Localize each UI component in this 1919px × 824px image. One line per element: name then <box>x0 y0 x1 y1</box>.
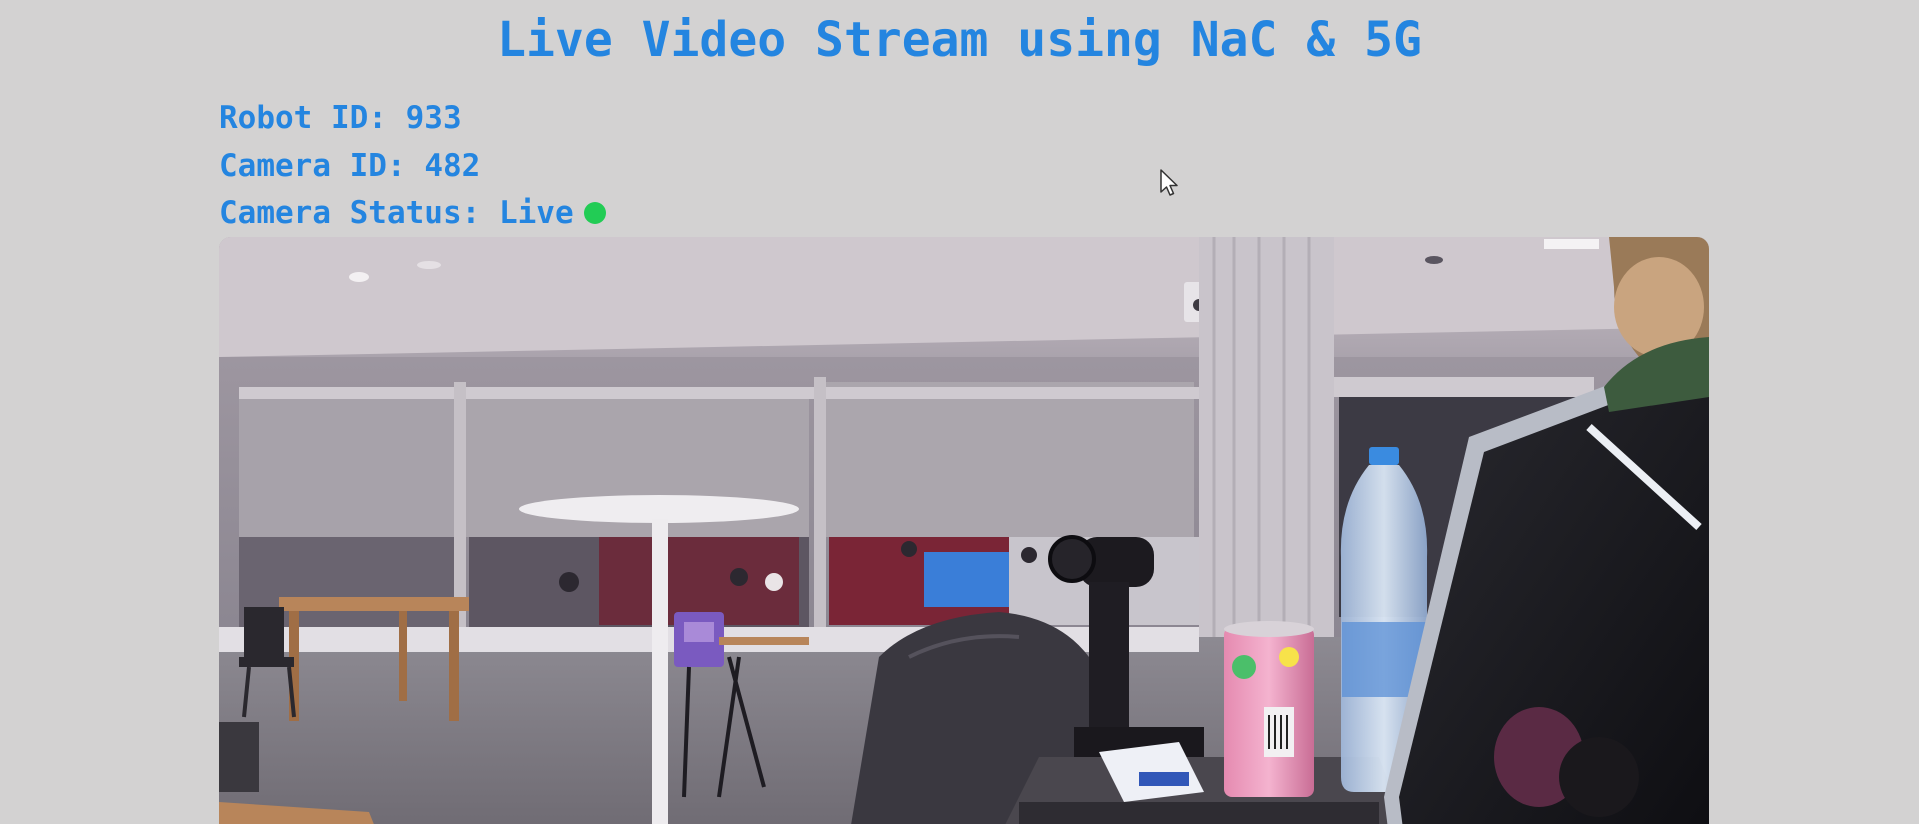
robot-id-line: Robot ID: 933 <box>219 98 462 138</box>
mouse-cursor-icon <box>1160 169 1178 196</box>
video-stream[interactable] <box>219 237 1709 824</box>
camera-status-line: Camera Status: Live <box>219 193 606 233</box>
camera-id-line: Camera ID: 482 <box>219 146 480 186</box>
robot-id-value: 933 <box>405 100 462 136</box>
page: Live Video Stream using NaC & 5G Robot I… <box>0 0 1919 824</box>
camera-id-label: Camera ID: <box>219 148 425 184</box>
video-frame-image <box>219 237 1709 824</box>
page-title: Live Video Stream using NaC & 5G <box>497 12 1422 68</box>
green-dot-icon <box>583 202 606 224</box>
camera-status-label: Camera Status: <box>219 195 499 231</box>
camera-id-value: 482 <box>424 148 481 184</box>
camera-status-value: Live <box>498 195 574 231</box>
robot-id-label: Robot ID: <box>219 100 406 136</box>
